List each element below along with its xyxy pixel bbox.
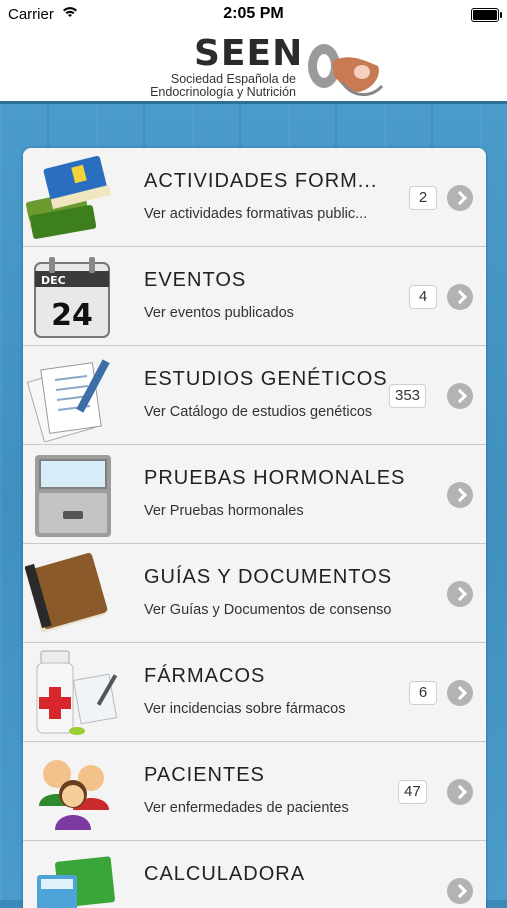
file-cabinet-icon — [35, 455, 111, 537]
menu-item-estudios[interactable]: ESTUDIOS GENÉTICOS Ver Catálogo de estud… — [23, 346, 486, 445]
menu-item-subtitle: Ver Catálogo de estudios genéticos — [144, 404, 373, 420]
menu-item-calculadora[interactable]: CALCULADORA — [23, 841, 486, 908]
menu-item-farmacos[interactable]: FÁRMACOS Ver incidencias sobre fármacos … — [23, 643, 486, 742]
documents-pen-icon — [26, 359, 110, 442]
chevron-right-icon[interactable] — [447, 581, 473, 607]
books-icon — [25, 155, 112, 239]
count-badge: 353 — [389, 384, 427, 408]
count-badge: 47 — [398, 780, 427, 804]
calendar-day: 24 — [51, 298, 93, 333]
menu-item-title: ESTUDIOS GENÉTICOS — [144, 368, 388, 390]
logo-subtitle: Sociedad Española de Endocrinología y Nu… — [122, 73, 296, 99]
menu-item-actividades[interactable]: ACTIVIDADES FORM... Ver actividades form… — [23, 148, 486, 247]
logo-subtitle-line2: Endocrinología y Nutrición — [150, 85, 296, 99]
book-icon — [25, 553, 108, 633]
menu-item-subtitle: Ver incidencias sobre fármacos — [144, 701, 346, 717]
patients-icon — [39, 760, 109, 830]
calendar-month: DEC — [41, 274, 66, 287]
menu-item-pacientes[interactable]: PACIENTES Ver enfermedades de pacientes … — [23, 742, 486, 841]
menu-item-subtitle: Ver actividades formativas public... — [144, 206, 368, 222]
calculator-icon — [37, 856, 115, 908]
chevron-right-icon[interactable] — [447, 185, 473, 211]
count-badge: 6 — [409, 681, 437, 705]
chevron-right-icon[interactable] — [447, 680, 473, 706]
app-header: SEEN Sociedad Española de Endocrinología… — [0, 28, 507, 104]
seen-logo-mark-icon — [308, 44, 384, 96]
menu-item-subtitle: Ver eventos publicados — [144, 305, 294, 321]
menu-item-pruebas[interactable]: PRUEBAS HORMONALES Ver Pruebas hormonale… — [23, 445, 486, 544]
menu-item-title: FÁRMACOS — [144, 665, 266, 687]
menu-item-title: PACIENTES — [144, 764, 265, 786]
chevron-right-icon[interactable] — [447, 482, 473, 508]
chevron-right-icon[interactable] — [447, 779, 473, 805]
menu-item-eventos[interactable]: DEC 24 EVENTOS Ver eventos publicados 4 — [23, 247, 486, 346]
status-time: 2:05 PM — [223, 5, 284, 22]
menu-item-title: PRUEBAS HORMONALES — [144, 467, 406, 489]
chevron-right-icon[interactable] — [447, 878, 473, 904]
menu-item-subtitle: Ver Guías y Documentos de consenso — [144, 602, 392, 618]
menu-item-subtitle: Ver Pruebas hormonales — [144, 503, 304, 519]
menu-item-title: GUÍAS Y DOCUMENTOS — [144, 566, 393, 588]
status-bar: Carrier 2:05 PM — [0, 0, 507, 28]
menu-item-guias[interactable]: GUÍAS Y DOCUMENTOS Ver Guías y Documento… — [23, 544, 486, 643]
chevron-right-icon[interactable] — [447, 383, 473, 409]
count-badge: 2 — [409, 186, 437, 210]
medicine-icon — [36, 650, 118, 735]
chevron-right-icon[interactable] — [447, 284, 473, 310]
menu-item-subtitle: Ver enfermedades de pacientes — [144, 800, 349, 816]
logo-title: SEEN — [194, 33, 304, 74]
count-badge: 4 — [409, 285, 437, 309]
menu-list: ACTIVIDADES FORM... Ver actividades form… — [23, 148, 486, 908]
menu-item-title: CALCULADORA — [144, 863, 306, 885]
battery-icon — [471, 8, 502, 22]
calendar-icon: DEC 24 — [34, 257, 110, 338]
menu-item-title: EVENTOS — [144, 269, 247, 291]
logo: SEEN Sociedad Española de Endocrinología… — [118, 32, 302, 100]
menu-item-title: ACTIVIDADES FORM... — [144, 170, 378, 192]
